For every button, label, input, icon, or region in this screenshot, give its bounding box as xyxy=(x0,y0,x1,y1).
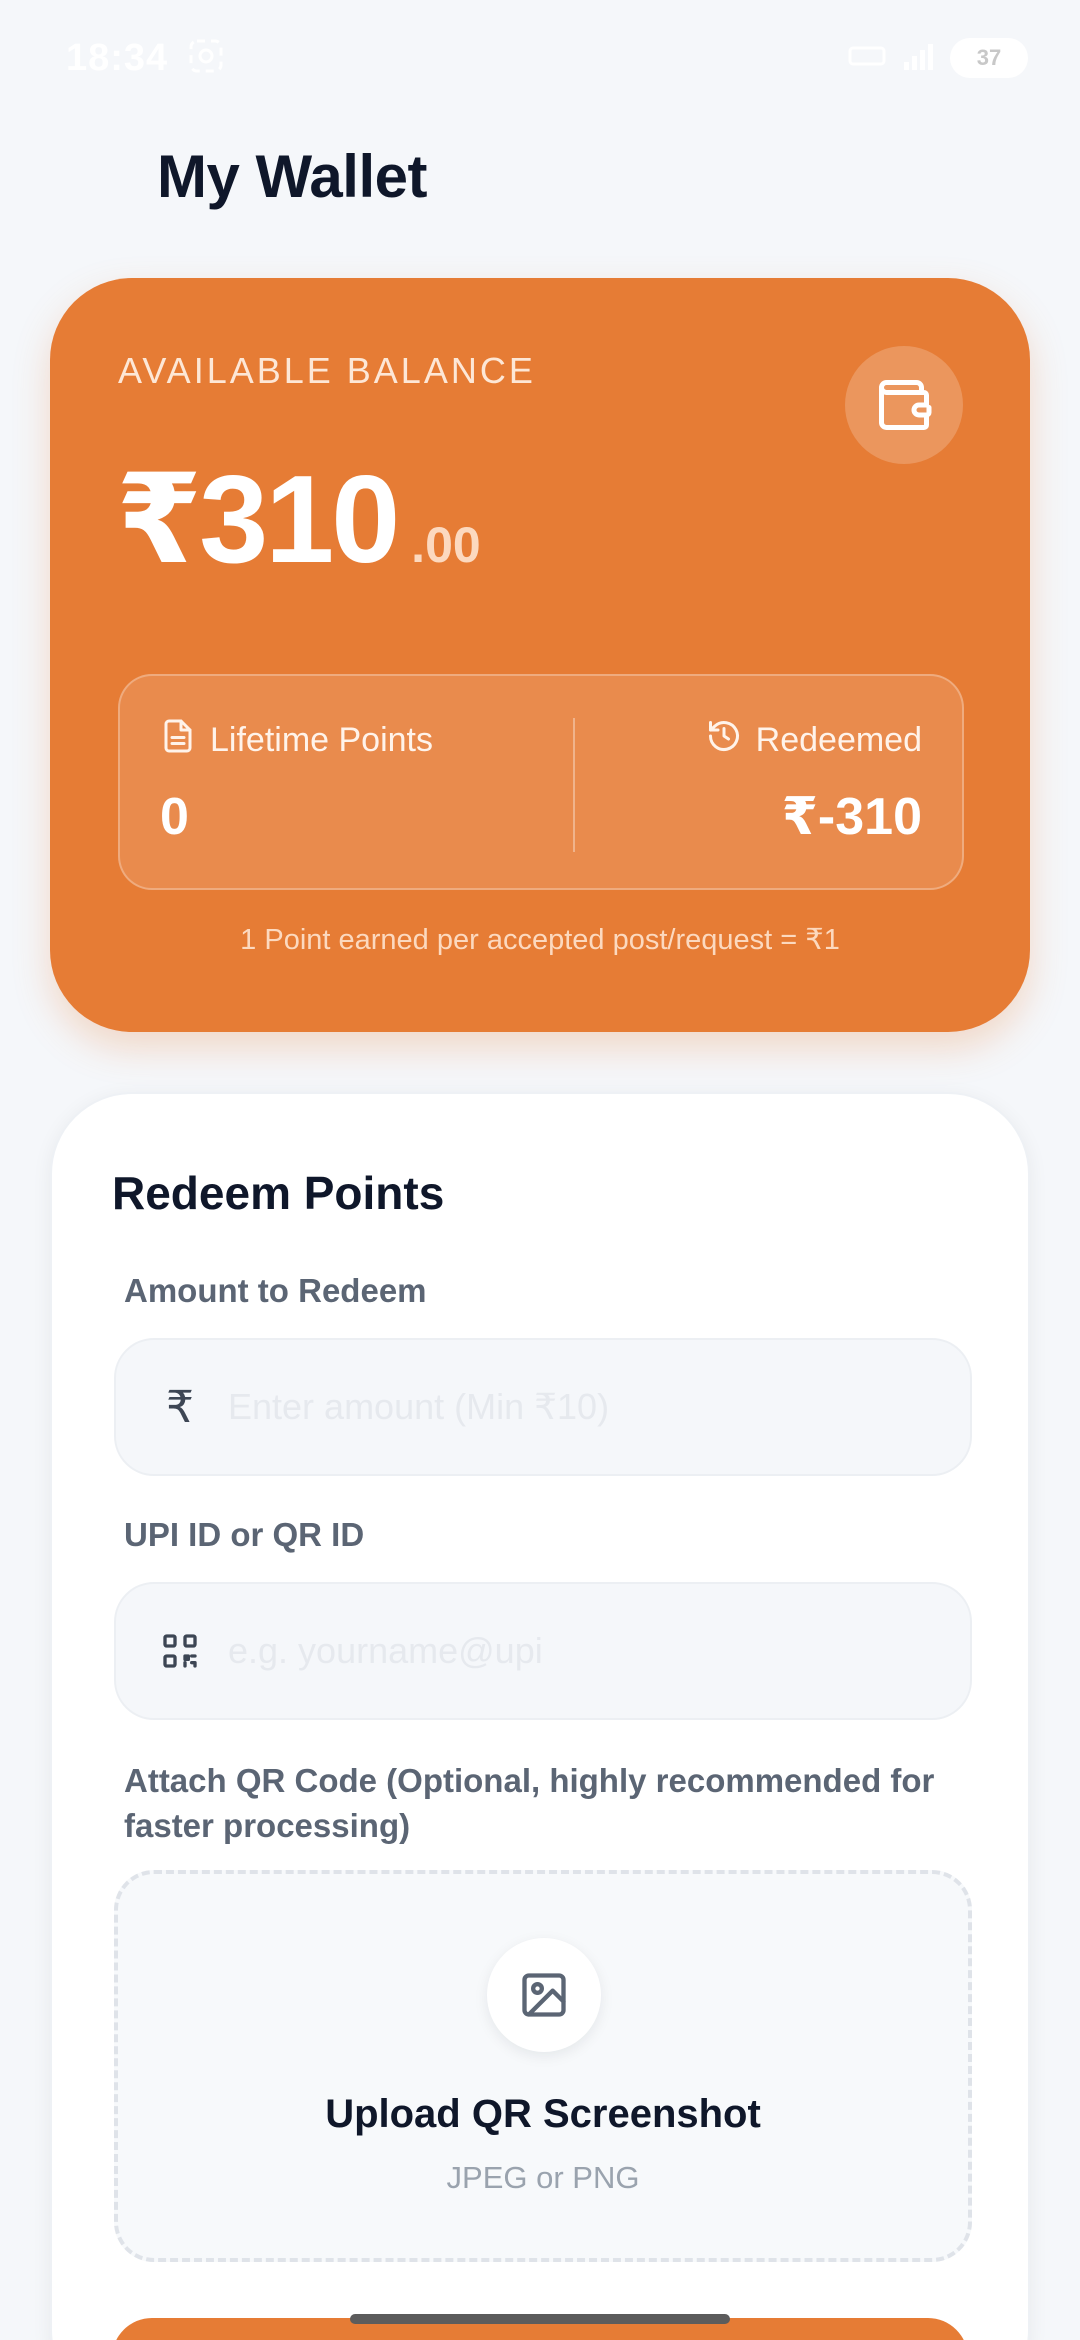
amount-input[interactable] xyxy=(228,1386,928,1428)
redeemed-label: Redeemed xyxy=(755,721,922,759)
status-time: 18:34 xyxy=(66,36,169,79)
redeemed-value: ₹-310 xyxy=(781,788,922,846)
history-icon xyxy=(706,718,742,763)
amount-field[interactable]: ₹ xyxy=(114,1338,972,1476)
upload-qr-dropzone[interactable]: Upload QR Screenshot JPEG or PNG xyxy=(114,1870,972,2262)
upi-label: UPI ID or QR ID xyxy=(124,1516,365,1553)
status-left: 18:34 xyxy=(66,36,226,81)
wallet-screen: 18:34 37 My Wallet AVAILABLE BALANCE ₹31… xyxy=(0,0,1080,2340)
redeemed-stat: Redeemed ₹-310 xyxy=(706,718,922,847)
status-bar: 18:34 37 xyxy=(0,30,1080,86)
upload-subtitle: JPEG or PNG xyxy=(446,2160,640,2195)
balance-main: ₹310 xyxy=(116,451,400,589)
page-title: My Wallet xyxy=(157,143,427,210)
battery-icon: 37 xyxy=(950,38,1028,78)
screenshot-icon xyxy=(186,36,226,81)
document-icon xyxy=(160,718,196,763)
lifetime-points-label: Lifetime Points xyxy=(210,721,433,759)
status-right: 37 xyxy=(848,38,1028,78)
amount-label: Amount to Redeem xyxy=(124,1272,427,1309)
redeemed-header: Redeemed xyxy=(706,718,922,763)
upi-input[interactable] xyxy=(228,1630,928,1672)
upi-field[interactable] xyxy=(114,1582,972,1720)
lifetime-points-stat: Lifetime Points 0 xyxy=(160,718,433,847)
balance-card: AVAILABLE BALANCE ₹310 .00 Lifetime Poin… xyxy=(50,278,1030,1032)
earn-note: 1 Point earned per accepted post/request… xyxy=(240,924,840,956)
lifetime-points-header: Lifetime Points xyxy=(160,718,433,763)
balance-amount: ₹310 .00 xyxy=(116,448,481,592)
rupee-icon: ₹ xyxy=(166,1382,194,1432)
upload-title: Upload QR Screenshot xyxy=(325,2092,761,2136)
attach-label: Attach QR Code (Optional, highly recomme… xyxy=(124,1762,935,1844)
redeem-card: Redeem Points Amount to Redeem ₹ UPI ID … xyxy=(50,1092,1030,2340)
home-indicator[interactable] xyxy=(350,2314,730,2324)
balance-label: AVAILABLE BALANCE xyxy=(118,350,536,391)
redeem-title: Redeem Points xyxy=(112,1167,445,1219)
image-icon xyxy=(487,1938,601,2052)
network-icon xyxy=(848,40,888,77)
balance-decimal: .00 xyxy=(411,517,481,573)
lifetime-points-value: 0 xyxy=(160,788,189,846)
stats-box: Lifetime Points 0 Redeemed ₹-310 xyxy=(118,674,964,890)
stats-divider xyxy=(573,718,575,852)
wallet-icon[interactable] xyxy=(845,346,963,464)
signal-icon xyxy=(902,40,936,77)
qr-code-icon xyxy=(160,1631,200,1671)
